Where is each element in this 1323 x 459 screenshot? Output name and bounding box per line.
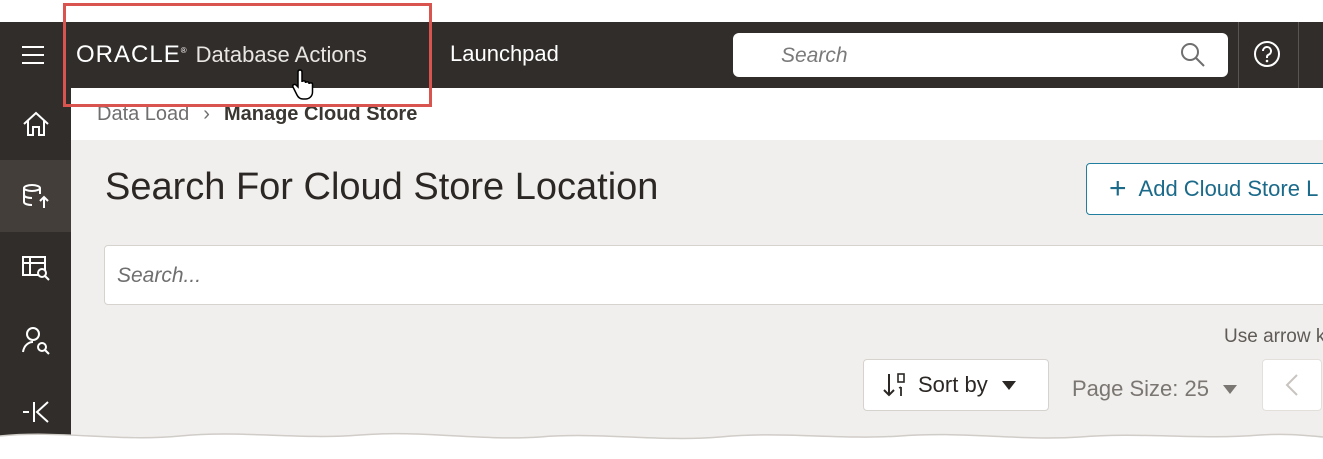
header-divider xyxy=(1238,22,1239,88)
nav-home[interactable] xyxy=(0,88,71,160)
user-search-icon xyxy=(21,327,50,355)
left-nav xyxy=(0,88,71,459)
page-size-label: Page Size: 25 xyxy=(1072,376,1209,401)
keyboard-hint: Use arrow k xyxy=(1224,326,1323,347)
main-content: Data Load › Manage Cloud Store Search Fo… xyxy=(71,88,1323,459)
help-icon[interactable] xyxy=(1253,40,1281,68)
nav-catalog[interactable] xyxy=(0,232,71,304)
page-name: Launchpad xyxy=(450,41,559,66)
sort-icon xyxy=(883,373,905,397)
nav-data-load[interactable] xyxy=(0,160,71,232)
search-icon[interactable] xyxy=(1180,42,1206,68)
page-size-select[interactable]: Page Size: 25 xyxy=(1072,376,1237,402)
hand-cursor-icon xyxy=(292,69,314,100)
page-title: Search For Cloud Store Location xyxy=(105,166,659,208)
location-search[interactable] xyxy=(104,245,1323,305)
collapse-icon xyxy=(22,401,49,423)
screenshot-frame: ORACLE® Database Actions Launchpad Searc… xyxy=(0,0,1323,459)
plus-icon: + xyxy=(1109,172,1127,205)
global-search[interactable] xyxy=(733,33,1228,77)
caret-down-icon xyxy=(1222,384,1237,394)
global-search-input[interactable] xyxy=(779,41,1173,71)
add-cloud-store-label: Add Cloud Store L xyxy=(1138,176,1319,201)
sort-by-button[interactable]: Sort by xyxy=(863,359,1049,411)
database-upload-icon xyxy=(22,184,49,208)
highlight-box xyxy=(63,3,432,107)
torn-edge xyxy=(0,432,1323,459)
table-search-icon xyxy=(21,256,50,281)
caret-down-icon xyxy=(1001,380,1016,390)
header-divider xyxy=(1298,22,1299,88)
add-cloud-store-button[interactable]: + Add Cloud Store L xyxy=(1086,163,1323,215)
nav-user-search[interactable] xyxy=(0,304,71,376)
prev-page-button[interactable] xyxy=(1262,359,1322,411)
sort-by-label: Sort by xyxy=(918,372,988,397)
location-search-input[interactable] xyxy=(115,260,919,292)
home-icon xyxy=(22,111,49,136)
hamburger-menu-icon[interactable] xyxy=(22,46,44,64)
chevron-left-icon xyxy=(1285,374,1298,396)
